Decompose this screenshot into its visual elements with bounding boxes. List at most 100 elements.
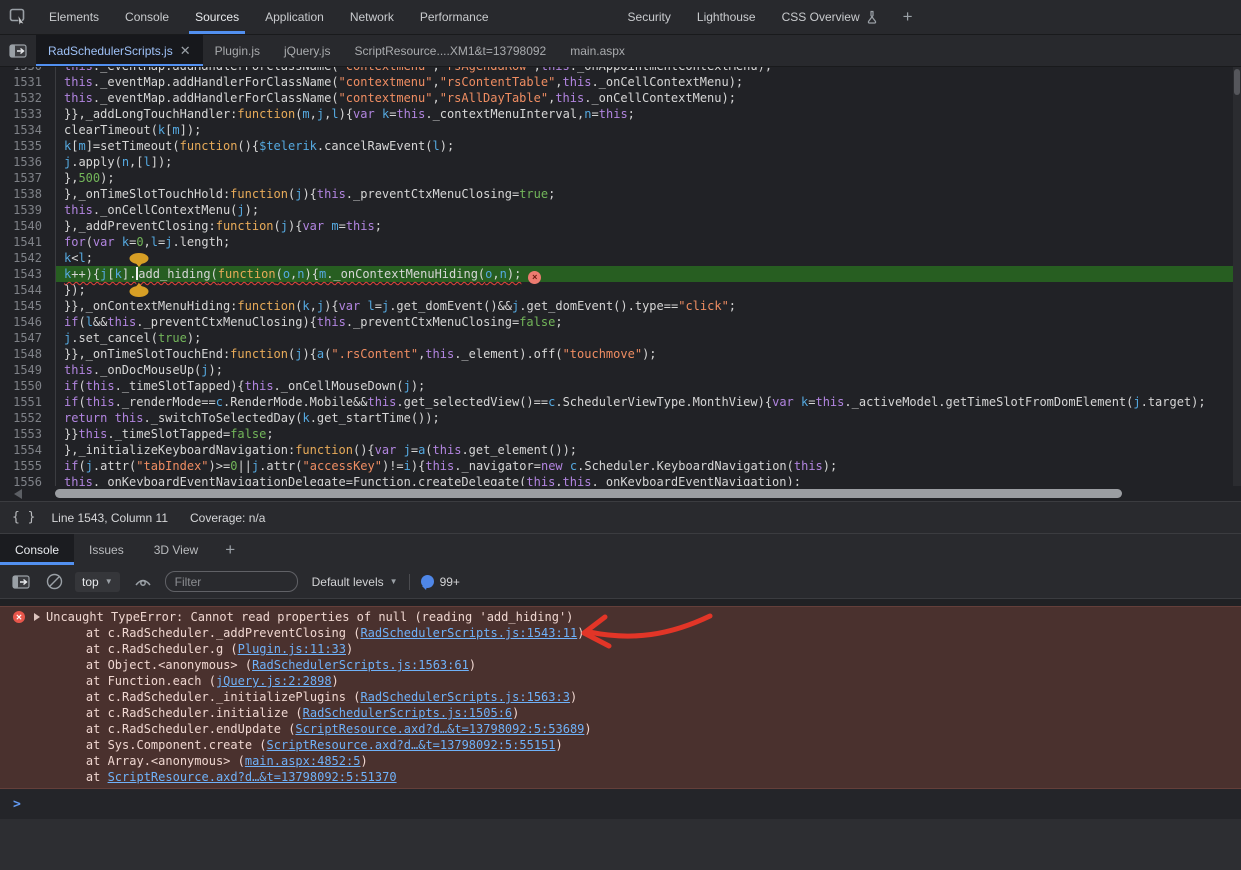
line-number[interactable]: 1543: [0, 266, 56, 282]
line-number[interactable]: 1532: [0, 90, 56, 106]
line-number[interactable]: 1554: [0, 442, 56, 458]
toggle-console-sidebar-icon[interactable]: [12, 574, 30, 590]
log-levels-dropdown[interactable]: Default levels ▼: [312, 575, 398, 589]
line-number[interactable]: 1548: [0, 346, 56, 362]
tab-lighthouse[interactable]: Lighthouse: [684, 0, 769, 34]
line-number[interactable]: 1530: [0, 67, 56, 74]
messages-counter[interactable]: 99+: [421, 575, 460, 589]
close-tab-icon[interactable]: ✕: [180, 44, 191, 57]
text-selection-handle-top[interactable]: [128, 253, 150, 267]
text-selection-handle-bottom[interactable]: [128, 283, 150, 297]
source-link[interactable]: ScriptResource.axd?d…&t=13798092:5:55151: [267, 738, 556, 752]
tab-application[interactable]: Application: [252, 0, 337, 34]
line-number[interactable]: 1546: [0, 314, 56, 330]
line-number[interactable]: 1531: [0, 74, 56, 90]
console-filter-input[interactable]: [165, 571, 298, 592]
line-number[interactable]: 1537: [0, 170, 56, 186]
drawer-more-tabs-button[interactable]: +: [213, 534, 247, 565]
code-line-1554[interactable]: 1554},_initializeKeyboardNavigation:func…: [0, 442, 1241, 458]
source-editor[interactable]: 1530this._eventMap.addHandlerForClassNam…: [0, 67, 1241, 486]
javascript-context-select[interactable]: top ▼: [75, 572, 120, 592]
code-line-1536[interactable]: 1536j.apply(n,[l]);: [0, 154, 1241, 170]
vertical-scrollbar-thumb[interactable]: [1234, 69, 1240, 95]
code-line-1555[interactable]: 1555if(j.attr("tabIndex")>=0||j.attr("ac…: [0, 458, 1241, 474]
code-line-1549[interactable]: 1549this._onDocMouseUp(j);: [0, 362, 1241, 378]
code-line-1551[interactable]: 1551if(this._renderMode==c.RenderMode.Mo…: [0, 394, 1241, 410]
source-link[interactable]: jQuery.js:2:2898: [216, 674, 332, 688]
code-line-1552[interactable]: 1552return this._switchToSelectedDay(k.g…: [0, 410, 1241, 426]
drawer-tab-3d-view[interactable]: 3D View: [139, 534, 213, 565]
code-line-1535[interactable]: 1535k[m]=setTimeout(function(){$telerik.…: [0, 138, 1241, 154]
line-number[interactable]: 1535: [0, 138, 56, 154]
tab-console[interactable]: Console: [112, 0, 182, 34]
tab-performance[interactable]: Performance: [407, 0, 502, 34]
file-tab-jquery-js[interactable]: jQuery.js: [272, 35, 342, 66]
source-link[interactable]: RadSchedulerScripts.js:1563:61: [252, 658, 469, 672]
line-number[interactable]: 1547: [0, 330, 56, 346]
code-line-1542[interactable]: 1542k<l;: [0, 250, 1241, 266]
line-number[interactable]: 1556: [0, 474, 56, 486]
tab-security[interactable]: Security: [615, 0, 684, 34]
line-number[interactable]: 1534: [0, 122, 56, 138]
code-line-1544[interactable]: 1544});: [0, 282, 1241, 298]
file-tab-main-aspx[interactable]: main.aspx: [558, 35, 637, 66]
more-tabs-button[interactable]: +: [891, 0, 925, 34]
console-prompt[interactable]: >: [0, 797, 1241, 812]
code-line-1532[interactable]: 1532this._eventMap.addHandlerForClassNam…: [0, 90, 1241, 106]
code-line-1546[interactable]: 1546if(l&&this._preventCtxMenuClosing){t…: [0, 314, 1241, 330]
code-line-1556[interactable]: 1556this._onKeyboardEventNavigationDeleg…: [0, 474, 1241, 486]
horizontal-scrollbar[interactable]: [0, 486, 1241, 501]
source-link[interactable]: RadSchedulerScripts.js:1543:11: [360, 626, 577, 640]
line-number[interactable]: 1536: [0, 154, 56, 170]
code-line-1533[interactable]: 1533}},_addLongTouchHandler:function(m,j…: [0, 106, 1241, 122]
code-line-1548[interactable]: 1548}},_onTimeSlotTouchEnd:function(j){a…: [0, 346, 1241, 362]
code-line-1537[interactable]: 1537},500);: [0, 170, 1241, 186]
line-number[interactable]: 1555: [0, 458, 56, 474]
line-number[interactable]: 1550: [0, 378, 56, 394]
line-number[interactable]: 1542: [0, 250, 56, 266]
line-number[interactable]: 1551: [0, 394, 56, 410]
source-link[interactable]: RadSchedulerScripts.js:1563:3: [360, 690, 570, 704]
file-tab-plugin-js[interactable]: Plugin.js: [203, 35, 272, 66]
code-line-1530[interactable]: 1530this._eventMap.addHandlerForClassNam…: [0, 67, 1241, 74]
line-number[interactable]: 1540: [0, 218, 56, 234]
line-number[interactable]: 1545: [0, 298, 56, 314]
expand-triangle-icon[interactable]: [34, 613, 40, 621]
code-line-1543[interactable]: 1543k++){j[k].add_hiding(function(o,n){m…: [0, 266, 1241, 282]
tab-sources[interactable]: Sources: [182, 0, 252, 34]
source-link[interactable]: Plugin.js:11:33: [238, 642, 346, 656]
scroll-left-arrow-icon[interactable]: [14, 489, 22, 499]
code-line-1534[interactable]: 1534clearTimeout(k[m]);: [0, 122, 1241, 138]
line-number[interactable]: 1544: [0, 282, 56, 298]
source-link[interactable]: ScriptResource.axd?d…&t=13798092:5:53689: [295, 722, 584, 736]
vertical-scrollbar[interactable]: [1233, 67, 1241, 486]
live-expression-eye-icon[interactable]: [134, 575, 152, 588]
code-line-1539[interactable]: 1539this._onCellContextMenu(j);: [0, 202, 1241, 218]
toggle-navigator-icon[interactable]: [0, 35, 36, 66]
pretty-print-icon[interactable]: { }: [12, 510, 35, 525]
code-line-1547[interactable]: 1547j.set_cancel(true);: [0, 330, 1241, 346]
code-line-1553[interactable]: 1553}}this._timeSlotTapped=false;: [0, 426, 1241, 442]
code-line-1541[interactable]: 1541for(var k=0,l=j.length;: [0, 234, 1241, 250]
code-line-1545[interactable]: 1545}},_onContextMenuHiding:function(k,j…: [0, 298, 1241, 314]
line-number[interactable]: 1549: [0, 362, 56, 378]
line-number[interactable]: 1533: [0, 106, 56, 122]
line-number[interactable]: 1539: [0, 202, 56, 218]
horizontal-scrollbar-thumb[interactable]: [55, 489, 1122, 498]
inspect-element-icon[interactable]: [0, 0, 36, 34]
tab-css-overview[interactable]: CSS Overview: [769, 0, 891, 34]
line-number[interactable]: 1541: [0, 234, 56, 250]
drawer-tab-issues[interactable]: Issues: [74, 534, 139, 565]
source-link[interactable]: RadSchedulerScripts.js:1505:6: [303, 706, 513, 720]
line-number[interactable]: 1553: [0, 426, 56, 442]
console-error-entry[interactable]: ✕ Uncaught TypeError: Cannot read proper…: [0, 606, 1241, 789]
code-line-1550[interactable]: 1550if(this._timeSlotTapped){this._onCel…: [0, 378, 1241, 394]
file-tab-scriptresource-xm1-t-13798092[interactable]: ScriptResource....XM1&t=13798092: [342, 35, 558, 66]
source-link[interactable]: ScriptResource.axd?d…&t=13798092:5:51370: [108, 770, 397, 784]
tab-elements[interactable]: Elements: [36, 0, 112, 34]
code-line-1531[interactable]: 1531this._eventMap.addHandlerForClassNam…: [0, 74, 1241, 90]
code-line-1538[interactable]: 1538},_onTimeSlotTouchHold:function(j){t…: [0, 186, 1241, 202]
console-messages[interactable]: ✕ Uncaught TypeError: Cannot read proper…: [0, 606, 1241, 870]
clear-console-icon[interactable]: [46, 573, 63, 590]
file-tab-radschedulerscripts-js[interactable]: RadSchedulerScripts.js✕: [36, 35, 203, 66]
